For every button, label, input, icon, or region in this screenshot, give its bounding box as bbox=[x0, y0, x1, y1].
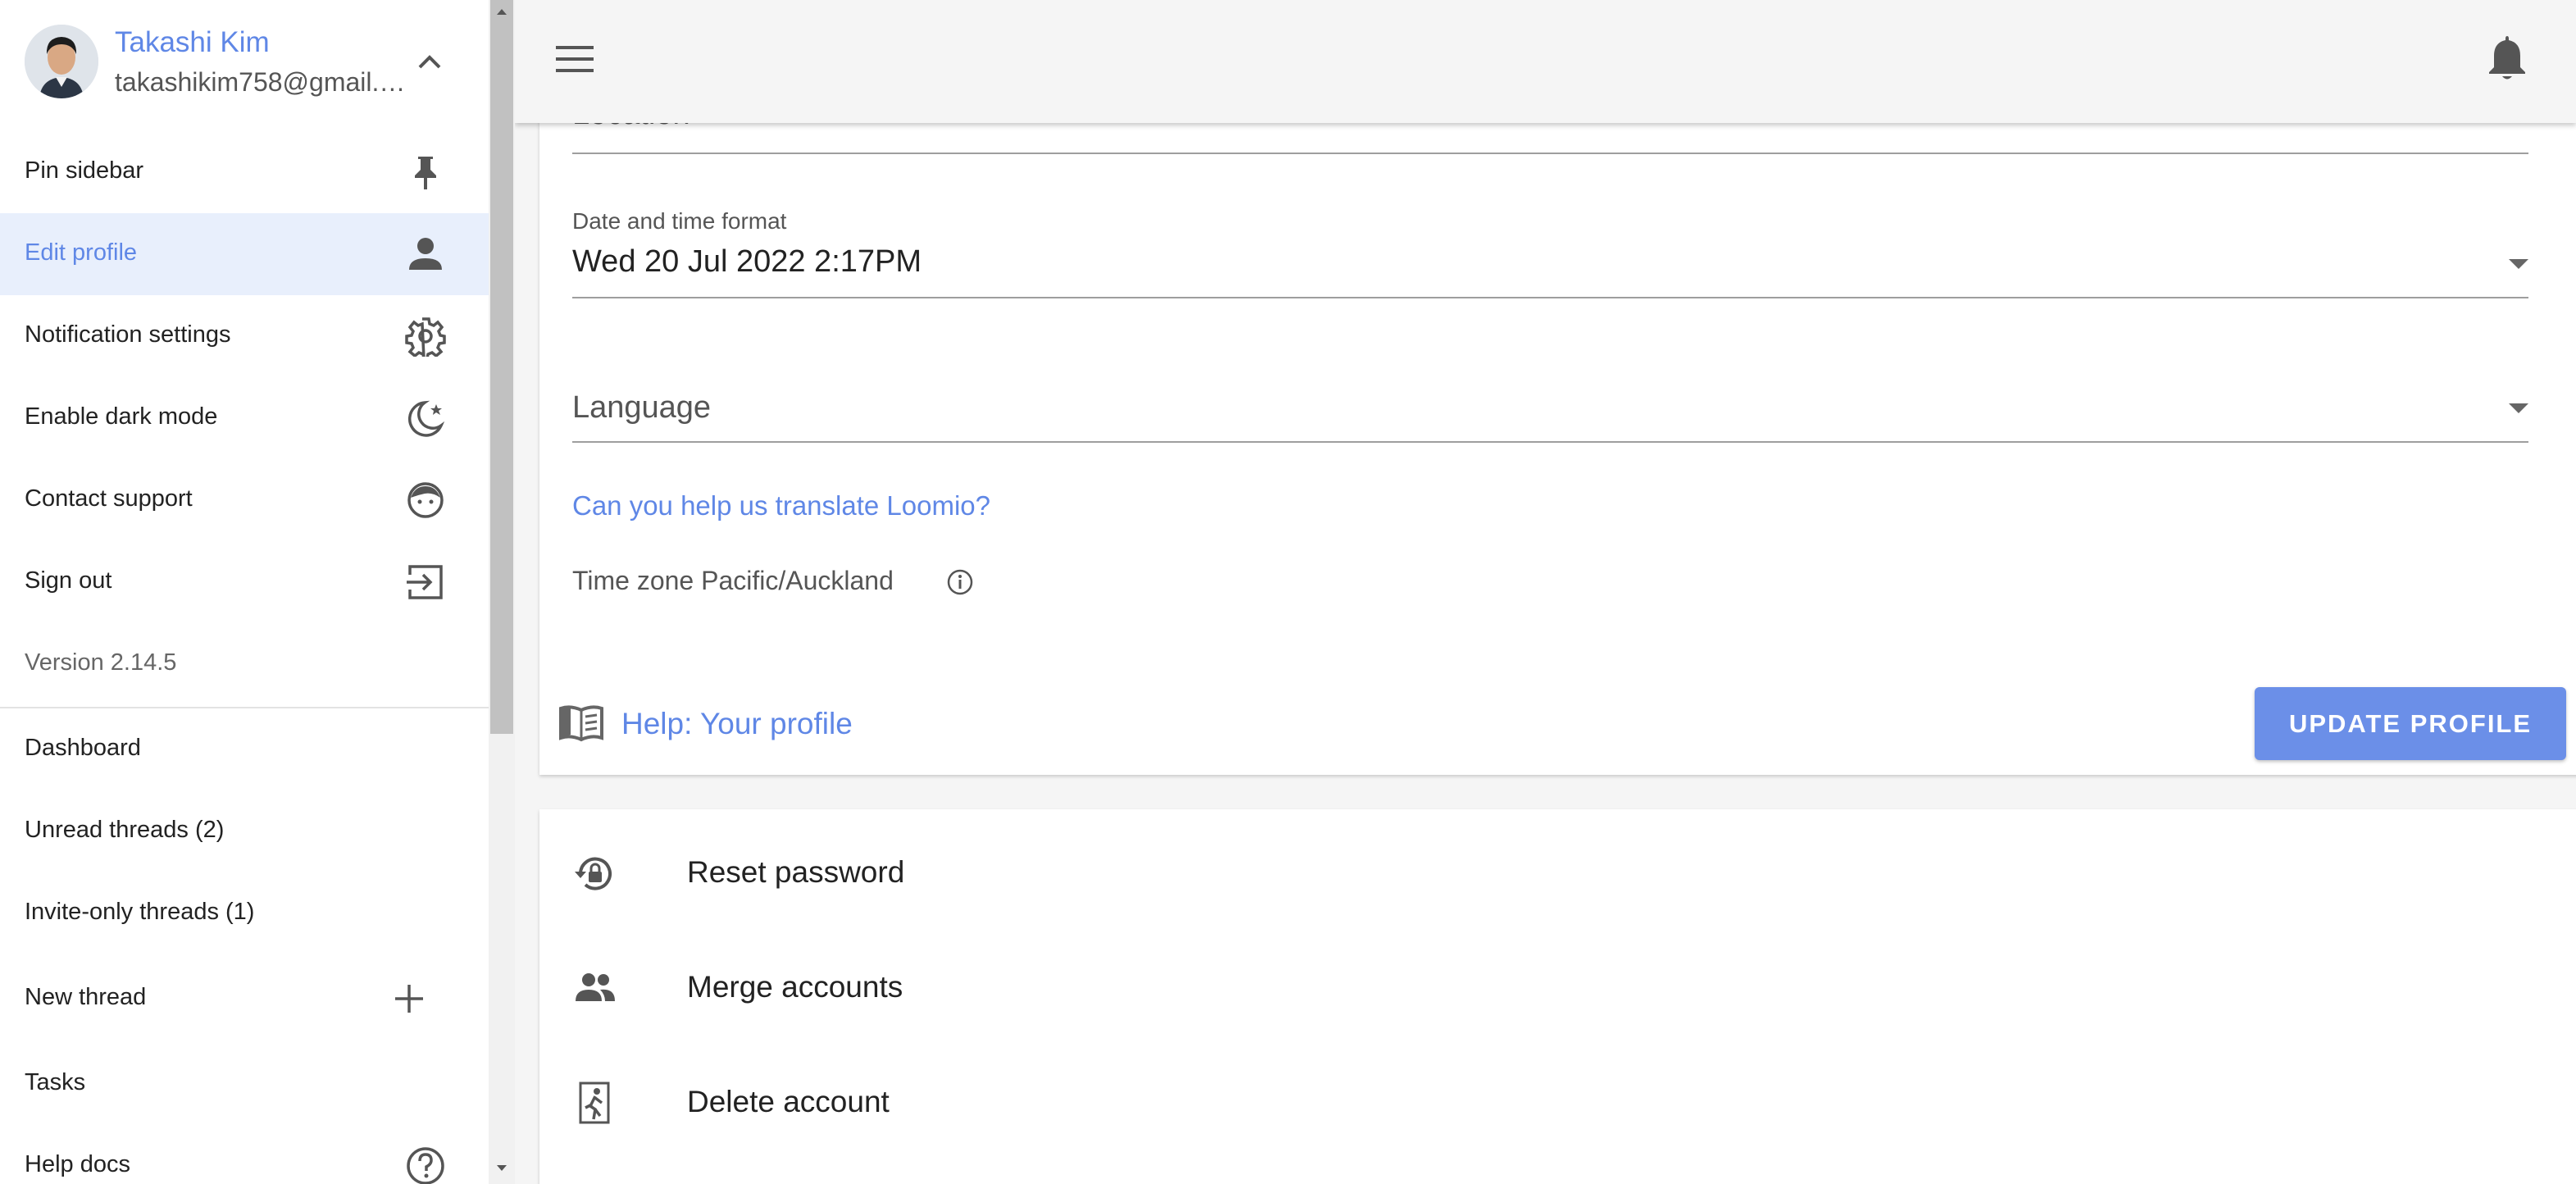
sidebar-item-label: Contact support bbox=[25, 485, 193, 512]
reset-password-label: Reset password bbox=[687, 855, 905, 889]
help-your-profile-link[interactable]: Help: Your profile bbox=[621, 707, 853, 741]
help-circle-icon bbox=[407, 1147, 444, 1184]
user-header[interactable]: Takashi Kim takashikim758@gmail.com bbox=[0, 0, 489, 123]
sidebar-item-label: New thread bbox=[25, 984, 147, 1010]
sidebar-item-contact-support[interactable]: Contact support bbox=[0, 459, 489, 541]
top-app-bar bbox=[515, 0, 2576, 123]
sidebar: Takashi Kim takashikim758@gmail.com Pin … bbox=[0, 0, 489, 1184]
moon-icon bbox=[407, 400, 445, 437]
version-info: Version 2.14.5 bbox=[0, 623, 489, 705]
lock-reset-icon bbox=[575, 857, 612, 890]
sidebar-item-unread-threads[interactable]: Unread threads (2) bbox=[0, 790, 489, 872]
chevron-down-icon[interactable] bbox=[2502, 254, 2535, 274]
location-field-underline bbox=[572, 153, 2528, 154]
hamburger-menu-icon[interactable] bbox=[554, 41, 597, 77]
info-icon[interactable] bbox=[945, 567, 975, 597]
sidebar-item-label: Notification settings bbox=[25, 321, 231, 348]
reset-password-item[interactable]: Reset password bbox=[539, 819, 2576, 926]
account-actions-card: Reset password Merge accounts Delete acc… bbox=[539, 809, 2576, 1184]
sidebar-item-pin-sidebar[interactable]: Pin sidebar bbox=[0, 131, 489, 213]
app-window: Location Date and time format Wed 20 Jul… bbox=[0, 0, 2576, 1184]
sidebar-item-label: Unread threads (2) bbox=[25, 817, 225, 843]
sign-out-icon bbox=[407, 565, 443, 599]
user-email: takashikim758@gmail.com bbox=[115, 67, 410, 97]
avatar bbox=[25, 25, 98, 98]
delete-account-label: Delete account bbox=[687, 1085, 890, 1118]
main-content: Location Date and time format Wed 20 Jul… bbox=[515, 0, 2576, 1184]
plus-icon[interactable] bbox=[389, 978, 430, 1019]
sidebar-item-label: Edit profile bbox=[25, 239, 138, 266]
pin-icon bbox=[415, 157, 436, 189]
sidebar-item-edit-profile[interactable]: Edit profile bbox=[0, 213, 489, 295]
language-underline bbox=[572, 441, 2528, 443]
book-icon bbox=[559, 705, 603, 742]
sidebar-item-help-docs[interactable]: Help docs bbox=[0, 1125, 489, 1184]
scroll-up-arrow-icon[interactable] bbox=[492, 2, 512, 21]
update-profile-button[interactable]: UPDATE PROFILE bbox=[2255, 687, 2566, 760]
sidebar-item-label: Tasks bbox=[25, 1069, 86, 1095]
sidebar-item-label: Dashboard bbox=[25, 735, 141, 761]
language-select[interactable]: Language bbox=[572, 390, 711, 426]
chevron-down-icon[interactable] bbox=[2502, 398, 2535, 418]
date-format-select[interactable]: Wed 20 Jul 2022 2:17PM bbox=[572, 244, 922, 280]
sidebar-item-label: Enable dark mode bbox=[25, 403, 218, 430]
sidebar-item-dashboard[interactable]: Dashboard bbox=[0, 708, 489, 790]
merge-accounts-label: Merge accounts bbox=[687, 970, 903, 1004]
sidebar-item-sign-out[interactable]: Sign out bbox=[0, 541, 489, 623]
sidebar-item-invite-only-threads[interactable]: Invite-only threads (1) bbox=[0, 872, 489, 954]
sidebar-item-new-thread[interactable]: New thread bbox=[0, 958, 489, 1040]
person-icon bbox=[409, 238, 442, 270]
time-zone-text: Time zone Pacific/Auckland bbox=[572, 566, 894, 595]
exit-door-icon bbox=[579, 1082, 610, 1124]
date-format-underline bbox=[572, 297, 2528, 298]
sidebar-item-label: Help docs bbox=[25, 1151, 130, 1177]
support-icon bbox=[407, 482, 444, 518]
delete-account-item[interactable]: Delete account bbox=[539, 1049, 2576, 1155]
user-name: Takashi Kim bbox=[115, 26, 270, 58]
date-format-label: Date and time format bbox=[572, 208, 787, 234]
merge-accounts-item[interactable]: Merge accounts bbox=[539, 934, 2576, 1041]
sidebar-item-label: Sign out bbox=[25, 567, 112, 594]
sidebar-item-label: Pin sidebar bbox=[25, 157, 144, 184]
bell-icon[interactable] bbox=[2484, 31, 2530, 82]
sidebar-scrollbar-thumb[interactable] bbox=[490, 0, 513, 734]
scroll-down-arrow-icon[interactable] bbox=[492, 1158, 512, 1177]
translate-link[interactable]: Can you help us translate Loomio? bbox=[572, 490, 990, 521]
sidebar-item-enable-dark-mode[interactable]: Enable dark mode bbox=[0, 377, 489, 459]
sidebar-item-notification-settings[interactable]: Notification settings bbox=[0, 295, 489, 377]
gear-icon bbox=[405, 317, 446, 357]
people-icon bbox=[576, 973, 615, 1001]
user-photo bbox=[25, 25, 98, 98]
chevron-up-icon[interactable] bbox=[412, 48, 448, 77]
sidebar-item-tasks[interactable]: Tasks bbox=[0, 1043, 489, 1125]
sidebar-item-label: Invite-only threads (1) bbox=[25, 899, 255, 925]
version-label: Version 2.14.5 bbox=[25, 649, 177, 676]
